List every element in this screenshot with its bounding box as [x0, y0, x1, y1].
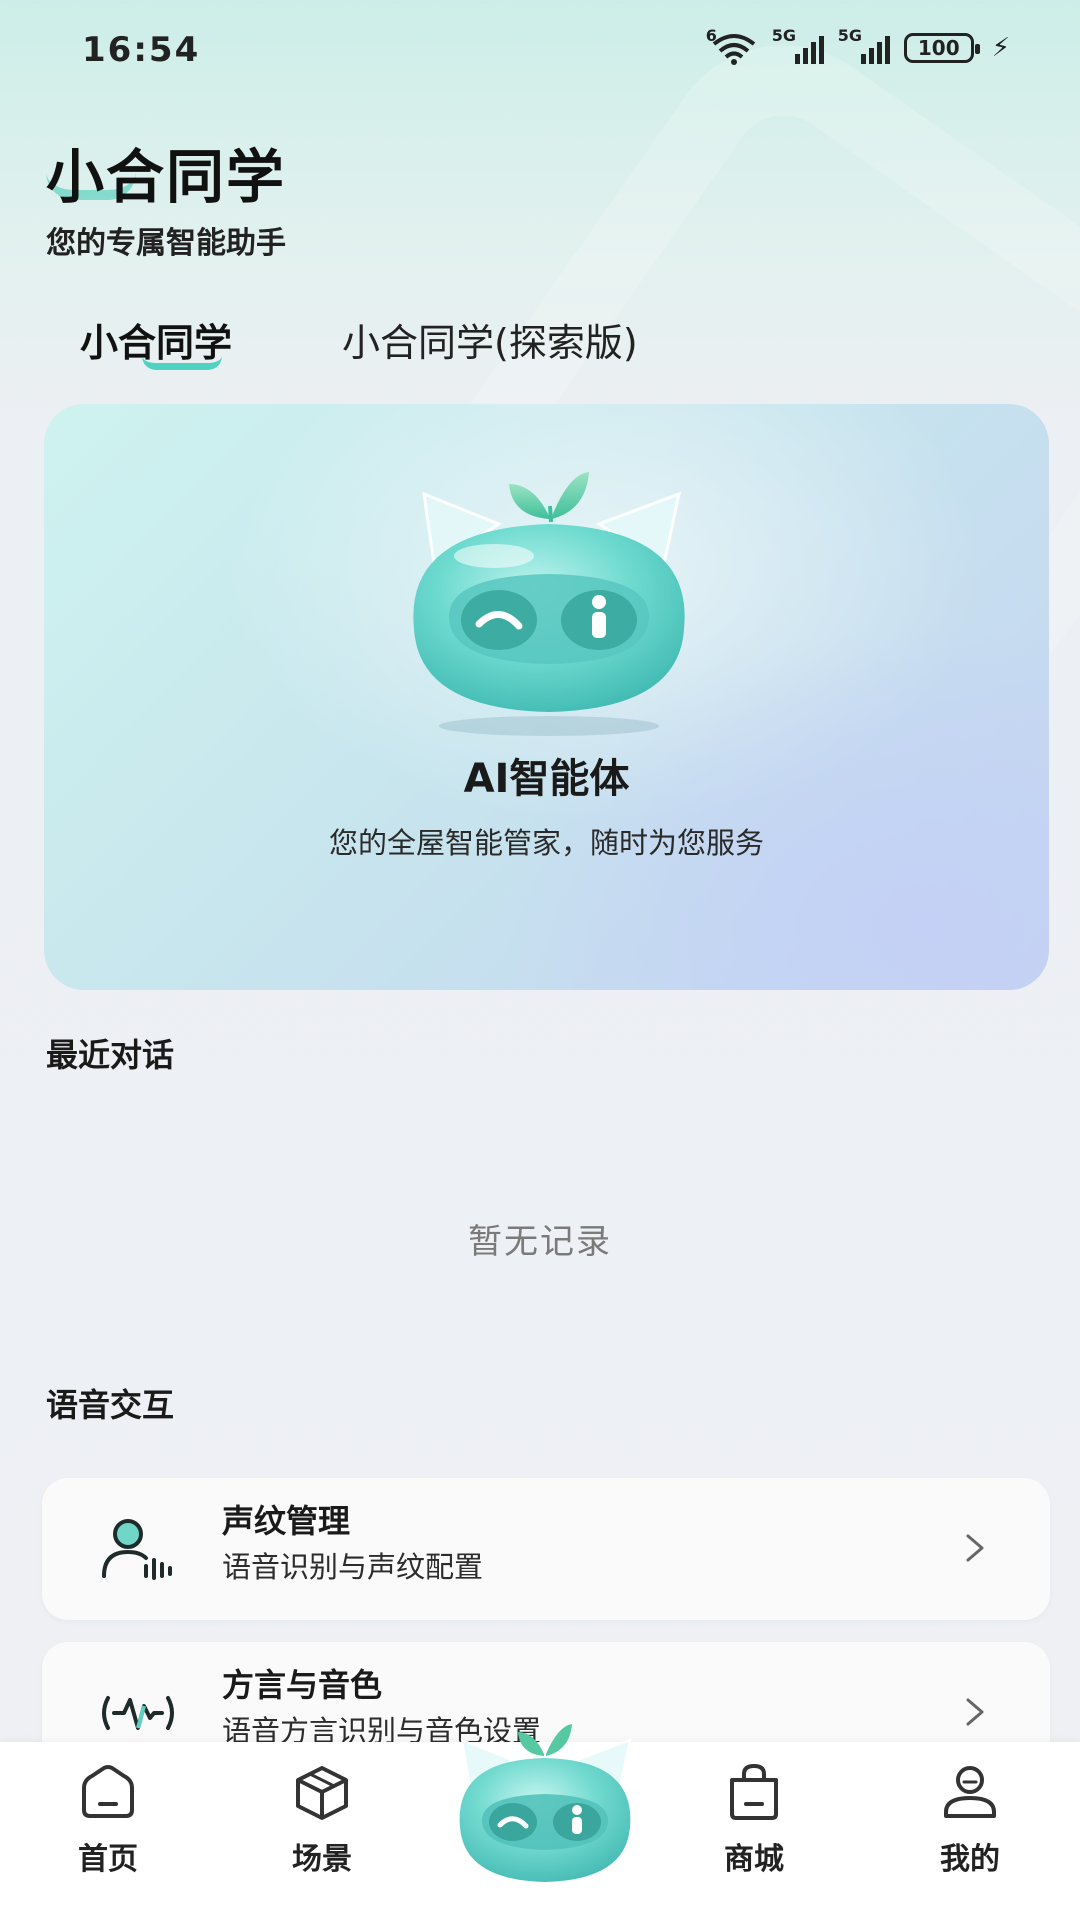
nav-home-label: 首页: [78, 1842, 138, 1877]
voiceprint-icon: [102, 1519, 172, 1580]
voice-section-title: 语音交互: [46, 1386, 175, 1424]
shopping-bag-icon: [730, 1763, 778, 1820]
nav-mine-label: 我的: [940, 1842, 1000, 1877]
nav-home[interactable]: 首页: [48, 1762, 168, 1878]
hero-title: AI智能体: [463, 756, 630, 802]
sim1-tag: 5G: [771, 26, 796, 45]
tab-active-indicator: [142, 356, 222, 370]
tab-xiaohe-explore[interactable]: 小合同学(探索版): [342, 312, 638, 367]
cube-icon: [296, 1766, 348, 1820]
wifi-icon: 6: [706, 26, 758, 66]
status-icons: 6 5G 5G 100 ⚡: [706, 26, 1010, 66]
profile-icon: [944, 1766, 996, 1818]
nav-scene-label: 场景: [292, 1842, 352, 1877]
status-time: 16:54: [82, 30, 201, 70]
nav-scene[interactable]: 场景: [262, 1762, 382, 1878]
page-subtitle: 您的专属智能助手: [46, 226, 286, 261]
recent-section-title: 最近对话: [46, 1036, 175, 1074]
empty-state-text: 暂无记录: [468, 1222, 612, 1262]
app-title-container: 小合同学: [46, 130, 286, 214]
mascot-center-button[interactable]: [440, 1712, 650, 1912]
waveform-icon: [102, 1696, 174, 1730]
chevron-right-icon: [966, 1534, 984, 1562]
battery-level: 100: [917, 36, 960, 60]
nav-mall[interactable]: 商城: [694, 1762, 814, 1878]
voiceprint-title: 声纹管理: [222, 1502, 351, 1540]
status-bar: 16:54 6 5G 5G 100 ⚡: [0, 0, 1080, 100]
signal-icon: 5G: [772, 26, 824, 66]
voiceprint-subtitle: 语音识别与声纹配置: [222, 1550, 484, 1584]
voiceprint-management-item[interactable]: 声纹管理 语音识别与声纹配置: [42, 1478, 1050, 1620]
ai-agent-card[interactable]: AI智能体 您的全屋智能管家，随时为您服务: [44, 404, 1049, 990]
nav-mall-label: 商城: [724, 1842, 784, 1877]
home-icon: [82, 1765, 134, 1818]
sim2-tag: 5G: [837, 26, 862, 45]
bottom-navigation: 首页 场景 商城 我的: [0, 1724, 1080, 1920]
nav-mine[interactable]: 我的: [910, 1762, 1030, 1878]
page-title: 小合同学: [46, 143, 287, 211]
dialect-title: 方言与音色: [222, 1666, 383, 1704]
wifi-tag: 6: [705, 26, 717, 45]
battery-icon: 100: [903, 33, 980, 63]
mascot-icon: [413, 472, 685, 736]
charging-icon: ⚡: [991, 33, 1010, 63]
chevron-right-icon: [966, 1698, 984, 1726]
hero-description: 您的全屋智能管家，随时为您服务: [328, 826, 764, 860]
signal-icon: 5G: [838, 26, 890, 66]
